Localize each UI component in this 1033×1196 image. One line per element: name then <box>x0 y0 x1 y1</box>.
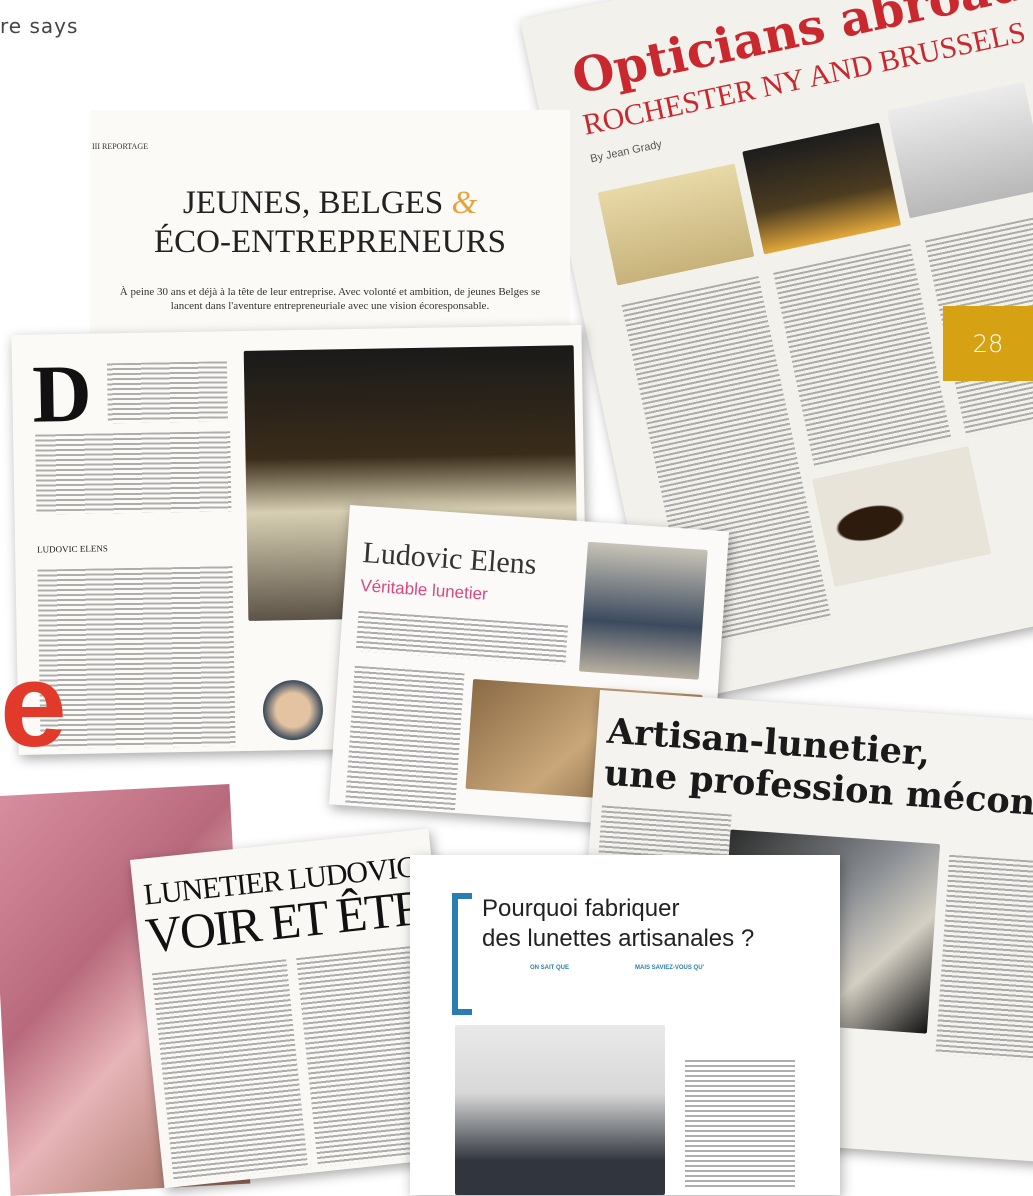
portrait-photo <box>262 679 324 741</box>
text-column <box>106 361 228 424</box>
page-number-badge: 28 <box>943 306 1033 381</box>
clipping-title: Pourquoi fabriquer <box>482 895 680 922</box>
clipping-lede: À peine 30 ans et déjà à la tête de leur… <box>119 286 541 312</box>
top-caption: re says <box>0 14 79 38</box>
clipping-title: Ludovic Elens <box>361 536 538 582</box>
storefront-photo <box>742 122 902 255</box>
column-label: ON SAIT QUE <box>530 965 570 971</box>
portrait-photo <box>455 1025 665 1195</box>
profile-name: LUDOVIC ELENS <box>37 543 108 555</box>
clipping-pourquoi-fabriquer: Pourquoi fabriquer des lunettes artisana… <box>410 855 840 1195</box>
drop-cap: D <box>31 347 93 440</box>
text-column <box>151 959 309 1183</box>
clipping-jeunes-belges: III REPORTAGE JEUNES, BELGES & ÉCO-ENTRE… <box>90 110 570 360</box>
interior-photo <box>886 81 1033 219</box>
text-column <box>935 854 1033 1062</box>
big-red-letter: e <box>0 638 67 772</box>
clipping-byline: By Jean Grady <box>589 138 663 166</box>
text-column <box>345 665 465 814</box>
title-text: JEUNES, BELGES <box>182 185 444 221</box>
clipping-subtitle: Véritable lunetier <box>359 575 489 604</box>
text-column <box>773 243 952 469</box>
clipping-title-line2: ÉCO-ENTREPRENEURS <box>153 224 506 260</box>
ampersand: & <box>451 185 478 221</box>
text-column <box>35 431 232 515</box>
text-block <box>355 610 569 666</box>
clipping-title: JEUNES, BELGES & <box>90 185 570 222</box>
clipping-kicker: III REPORTAGE <box>92 142 148 151</box>
clipping-title-line2: des lunettes artisanales ? <box>482 925 755 952</box>
portrait-photo <box>578 541 708 680</box>
column-label: MAIS SAVIEZ-VOUS QU' <box>635 965 704 971</box>
shop-photo <box>597 163 755 286</box>
text-column <box>37 566 236 750</box>
glasses-photo <box>811 446 992 587</box>
text-column <box>685 1060 795 1190</box>
blue-bracket <box>452 893 472 1015</box>
